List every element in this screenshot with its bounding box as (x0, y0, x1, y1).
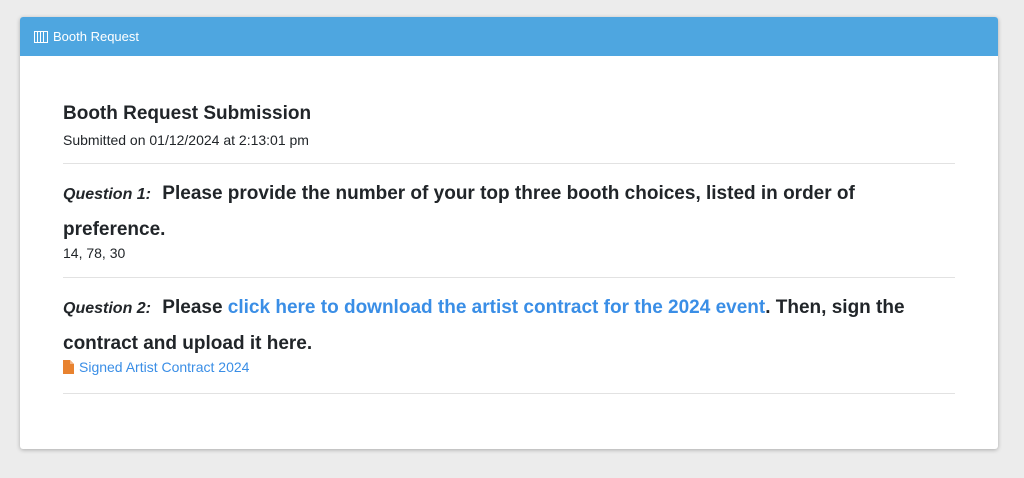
question-2-answer: Signed Artist Contract 2024 (63, 359, 955, 379)
question-1-text: Please provide the number of your top th… (63, 183, 855, 240)
signed-contract-file-link[interactable]: Signed Artist Contract 2024 (63, 359, 249, 375)
booth-request-panel: Booth Request Booth Request Submission S… (20, 17, 998, 449)
question-1: Question 1: Please provide the number of… (63, 164, 955, 263)
panel-header: Booth Request (20, 17, 998, 56)
question-2: Question 2: Please click here to downloa… (63, 278, 955, 379)
divider (63, 393, 955, 394)
signed-contract-file-name: Signed Artist Contract 2024 (79, 359, 250, 375)
question-2-number: Question 2: (63, 300, 152, 317)
question-1-text-block: Question 1: Please provide the number of… (63, 176, 955, 247)
question-1-answer: 14, 78, 30 (63, 245, 126, 261)
panel-header-title: Booth Request (53, 29, 140, 44)
booth-icon (34, 30, 48, 43)
question-2-text-block: Question 2: Please click here to downloa… (63, 290, 955, 361)
question-1-number: Question 1: (63, 186, 152, 203)
download-contract-link[interactable]: click here to download the artist contra… (228, 297, 765, 318)
panel-body: Booth Request Submission Submitted on 01… (20, 56, 998, 394)
question-2-text-before: Please (162, 297, 228, 318)
document-icon (63, 360, 74, 374)
submission-title: Booth Request Submission (63, 103, 312, 124)
submission-timestamp: Submitted on 01/12/2024 at 2:13:01 pm (63, 132, 309, 148)
